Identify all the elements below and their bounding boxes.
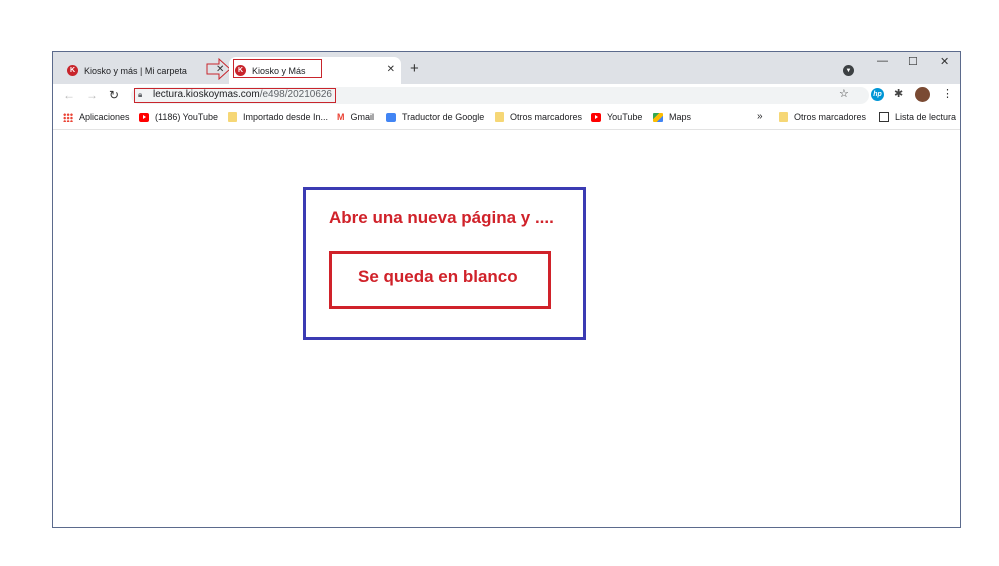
bookmark-label: Otros marcadores [510, 112, 583, 122]
bookmark-otros-marcadores-folder[interactable]: Otros marcadores [495, 112, 582, 122]
tab-strip: K Kiosko y más | Mi carpeta ✕ K Kiosko y… [53, 52, 960, 84]
new-tab-button[interactable]: + [410, 60, 419, 77]
folder-icon [495, 112, 504, 122]
bookmark-youtube[interactable]: YouTube [591, 112, 642, 122]
bookmark-star-icon[interactable]: ☆ [839, 87, 849, 100]
maps-icon [653, 112, 663, 122]
kiosko-favicon-icon: K [67, 65, 78, 76]
apps-grid-icon [63, 112, 73, 122]
annotation-note: Se queda en blanco [358, 267, 518, 286]
tab-kiosko-y-mas[interactable]: K Kiosko y Más ✕ [229, 57, 401, 84]
folder-icon [779, 112, 788, 122]
tab-kiosko-mi-carpeta[interactable]: K Kiosko y más | Mi carpeta ✕ [61, 57, 224, 84]
minimize-icon[interactable]: — [877, 55, 888, 67]
youtube-icon [139, 112, 149, 122]
address-bar[interactable]: 🔒︎ lectura.kioskoymas.com/e498/20210626 [131, 87, 869, 104]
bookmarks-overflow-button[interactable]: » [757, 111, 763, 122]
tab-title: Kiosko y más | Mi carpeta [84, 65, 187, 76]
tab-search-icon[interactable]: ▼ [843, 65, 854, 76]
bookmark-label: (1186) YouTube [155, 112, 219, 122]
bookmark-label: Importado desde In... [243, 112, 329, 122]
hp-extension-icon[interactable]: hp [871, 88, 884, 101]
bookmark-label: Aplicaciones [79, 112, 130, 122]
bookmark-label: Gmail [350, 112, 375, 122]
close-tab-icon[interactable]: ✕ [387, 64, 395, 75]
translate-icon [386, 112, 396, 122]
maximize-icon[interactable]: ☐ [908, 55, 918, 68]
bookmarks-bar: Aplicaciones (1186) YouTube Importado de… [53, 107, 960, 130]
other-bookmarks-button[interactable]: Otros marcadores [779, 112, 866, 122]
bookmark-youtube-1186[interactable]: (1186) YouTube [139, 112, 218, 122]
url-domain: lectura.kioskoymas.com [153, 89, 260, 100]
back-arrow-icon[interactable]: ← [63, 88, 75, 102]
folder-icon [228, 112, 237, 122]
bookmark-aplicaciones[interactable]: Aplicaciones [63, 112, 130, 122]
bookmark-importado[interactable]: Importado desde In... [228, 112, 328, 122]
bookmark-maps[interactable]: Maps [653, 112, 691, 122]
reload-icon[interactable]: ↻ [109, 88, 119, 102]
close-window-icon[interactable]: ✕ [940, 55, 949, 68]
avatar[interactable] [915, 87, 930, 102]
forward-arrow-icon[interactable]: → [86, 88, 98, 102]
youtube-icon [591, 112, 601, 122]
reading-list-icon [879, 112, 889, 122]
bookmark-label: Otros marcadores [794, 112, 867, 122]
bookmark-label: Maps [669, 112, 692, 122]
extensions-puzzle-icon[interactable]: ✱ [894, 87, 903, 100]
url-path: /e498/20210626 [259, 89, 332, 100]
bookmark-label: Traductor de Google [402, 112, 485, 122]
bookmark-label: Lista de lectura [895, 112, 957, 122]
annotation-headline: Abre una nueva página y .... [329, 208, 554, 227]
menu-kebab-icon[interactable]: ⋮ [942, 87, 953, 100]
browser-toolbar: ← → ↻ 🔒︎ lectura.kioskoymas.com/e498/202… [53, 84, 960, 106]
reading-list-button[interactable]: Lista de lectura [879, 112, 956, 122]
gmail-icon: M [337, 112, 345, 122]
bookmark-traductor[interactable]: Traductor de Google [386, 112, 484, 122]
lock-icon[interactable]: 🔒︎ [138, 90, 142, 100]
tab-highlight-box [233, 59, 322, 78]
url-text: lectura.kioskoymas.com/e498/20210626 [153, 89, 332, 100]
bookmark-label: YouTube [607, 112, 643, 122]
bookmark-gmail[interactable]: M Gmail [337, 112, 374, 122]
